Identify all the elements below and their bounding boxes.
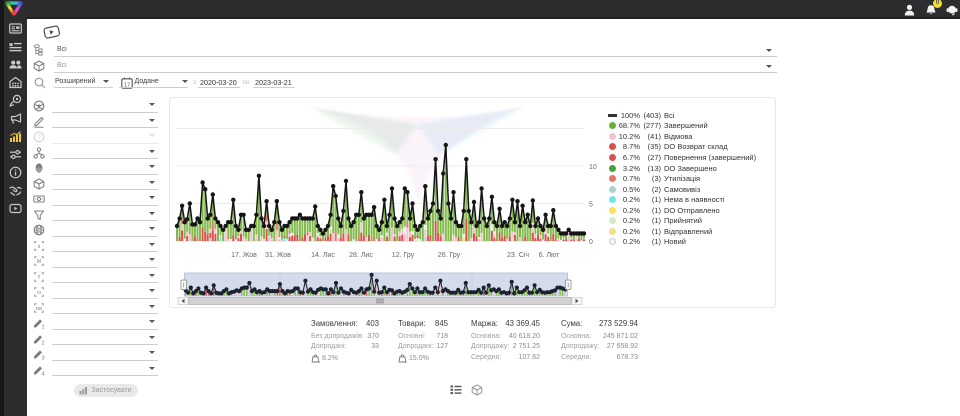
svg-text:2: 2 bbox=[41, 340, 44, 345]
svg-text:DB: DB bbox=[36, 306, 42, 311]
svg-text:5: 5 bbox=[589, 201, 593, 208]
svg-text:12. Гру: 12. Гру bbox=[391, 252, 414, 259]
svg-text:?: ? bbox=[37, 135, 41, 142]
svg-text:31. Жов: 31. Жов bbox=[265, 252, 291, 259]
svg-text:x: x bbox=[318, 361, 320, 364]
svg-text:4: 4 bbox=[41, 371, 44, 376]
svg-text:26. Гру: 26. Гру bbox=[437, 252, 460, 259]
svg-text:T: T bbox=[37, 275, 40, 281]
svg-text:0: 0 bbox=[589, 239, 593, 246]
svg-text:M: M bbox=[37, 259, 41, 265]
svg-text:CI: CI bbox=[37, 290, 42, 295]
svg-text:6. Лют: 6. Лют bbox=[538, 252, 559, 259]
svg-text:x: x bbox=[405, 361, 407, 364]
svg-text:1: 1 bbox=[41, 325, 44, 330]
svg-text:s: s bbox=[38, 244, 41, 250]
svg-text:17. Жов: 17. Жов bbox=[231, 252, 257, 259]
svg-text:3: 3 bbox=[41, 356, 44, 361]
svg-text:23. Січ: 23. Січ bbox=[507, 251, 529, 259]
svg-text:14. Лис: 14. Лис bbox=[311, 252, 335, 259]
svg-text:10: 10 bbox=[589, 164, 597, 171]
svg-text:28. Лис: 28. Лис bbox=[349, 252, 373, 259]
